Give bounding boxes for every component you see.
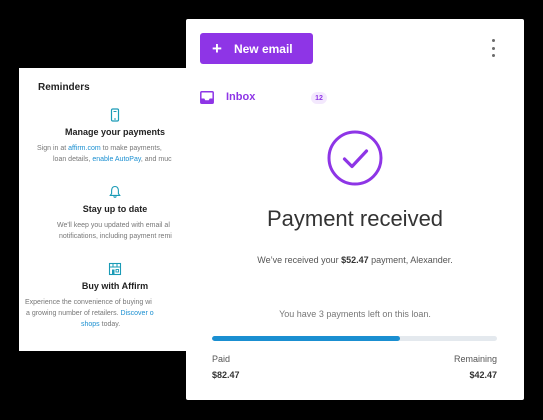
paid-value: $82.47 <box>212 370 240 380</box>
payment-amount: $52.47 <box>341 255 369 265</box>
page-title: Payment received <box>266 206 444 231</box>
remaining-value: $42.47 <box>469 370 497 380</box>
enable-autopay-link[interactable]: enable AutoPay <box>92 156 141 163</box>
reminder-text: today. <box>99 321 121 328</box>
new-email-label: New email <box>233 41 293 56</box>
reminders-heading: Reminders <box>38 82 90 93</box>
storefront-icon <box>108 262 122 276</box>
confirmation-text: We’ve received your <box>257 255 342 265</box>
reminder-buy-with-affirm: Buy with Affirm Experience the convenien… <box>19 262 211 330</box>
reminder-title: Buy with Affirm <box>81 281 149 291</box>
affirm-link[interactable]: affirm.com <box>68 145 101 152</box>
check-circle-icon <box>327 130 383 186</box>
loan-progress-bar <box>212 336 497 341</box>
phone-icon <box>110 108 120 122</box>
reminder-text: notifications, including payment remi <box>59 233 172 240</box>
reminder-text: , and muc <box>140 156 172 163</box>
paid-label: Paid <box>212 354 231 364</box>
bell-icon <box>109 185 121 198</box>
reminder-title: Stay up to date <box>82 204 148 214</box>
reminder-text: Experience the convenience of buying wi <box>25 299 152 306</box>
plus-icon: + <box>212 39 222 58</box>
shops-link[interactable]: shops <box>81 321 100 328</box>
reminder-title: Manage your payments <box>64 127 166 137</box>
payment-card: + New email Inbox 12 Payment received We… <box>186 19 524 400</box>
reminder-body: Sign in at affirm.com to make payments, … <box>19 143 211 165</box>
reminder-manage-payments: Manage your payments Sign in at affirm.c… <box>19 108 211 165</box>
reminder-text: a growing number of retailers. <box>26 310 121 317</box>
remaining-label: Remaining <box>453 354 497 364</box>
inbox-label: Inbox <box>226 91 256 103</box>
reminder-text: loan details, <box>53 156 93 163</box>
sidebar-item-inbox[interactable]: Inbox <box>200 89 255 105</box>
payment-confirmation-text: We’ve received your $52.47 payment, Alex… <box>186 255 524 265</box>
reminder-text: to make payments, <box>100 145 162 152</box>
payments-left-text: You have 3 payments left on this loan. <box>279 309 431 319</box>
inbox-count-badge: 12 <box>311 92 327 104</box>
reminder-stay-up-to-date: Stay up to date We'll keep you updated w… <box>19 185 211 242</box>
new-email-button[interactable]: + New email <box>200 33 313 64</box>
reminder-text: We'll keep you updated with email al <box>57 222 170 229</box>
reminder-text: Sign in at <box>37 145 69 152</box>
discover-shops-link[interactable]: Discover o <box>121 310 154 317</box>
reminder-body: Experience the convenience of buying wi … <box>19 297 211 330</box>
kebab-menu-icon[interactable] <box>489 39 497 57</box>
reminder-body: We'll keep you updated with email al not… <box>19 220 211 242</box>
confirmation-text: payment, Alexander. <box>368 255 453 265</box>
loan-progress-fill <box>212 336 401 341</box>
inbox-icon <box>200 90 214 104</box>
